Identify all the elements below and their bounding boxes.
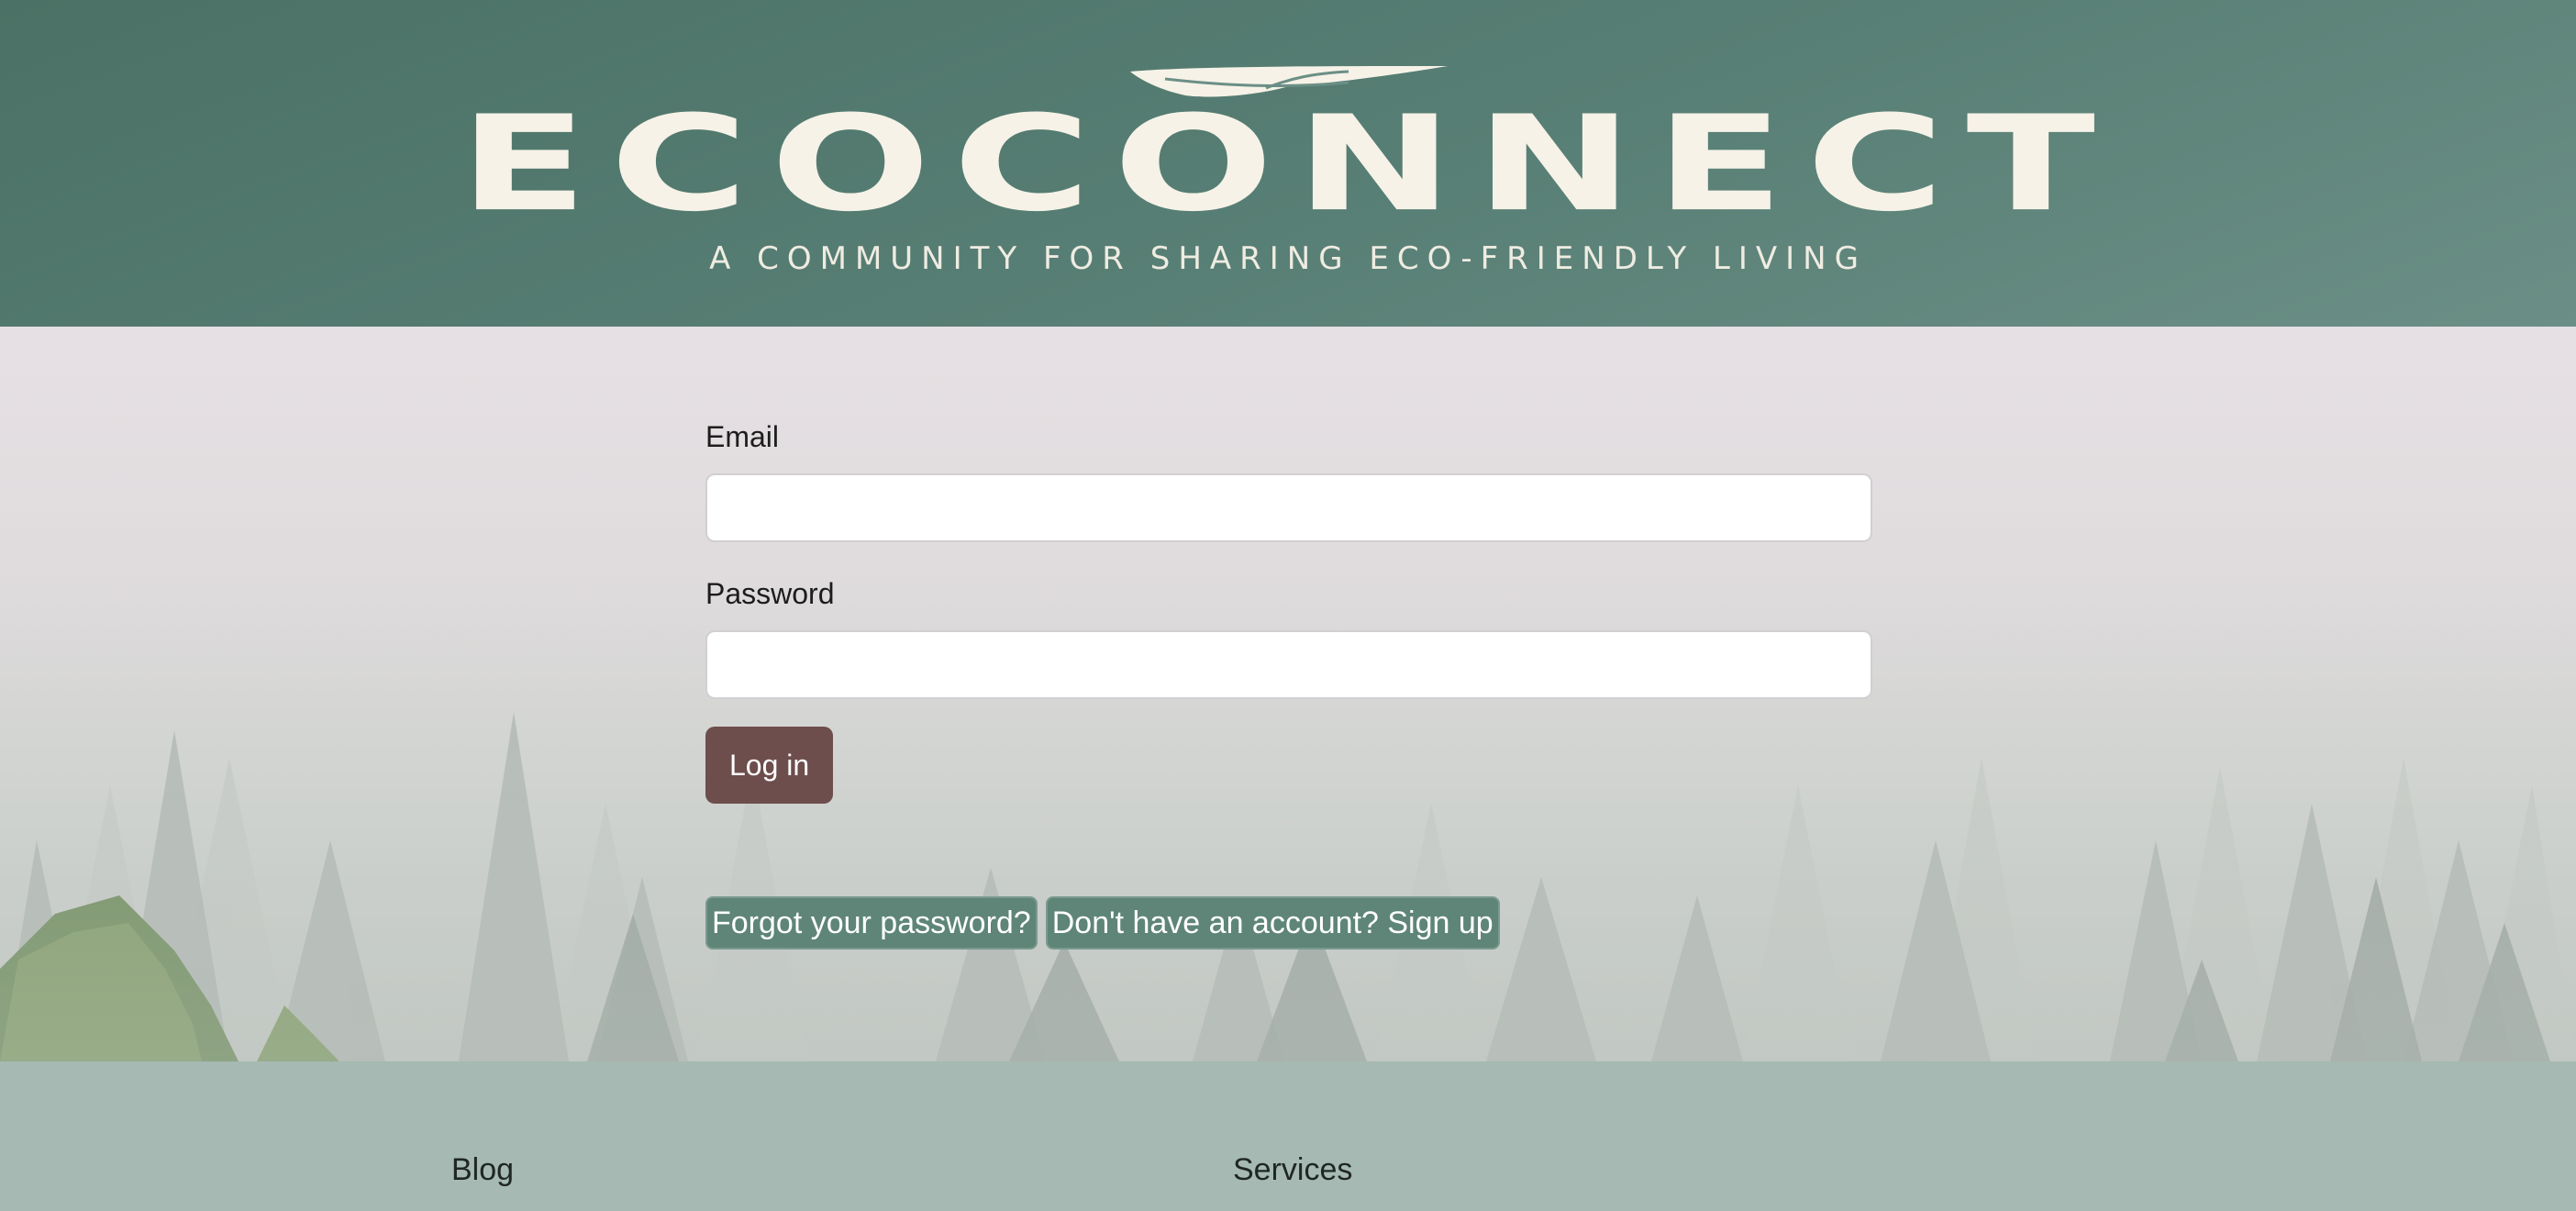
password-field[interactable] xyxy=(705,630,1872,699)
forgot-password-link[interactable]: Forgot your password? xyxy=(705,896,1038,950)
login-button[interactable]: Log in xyxy=(705,727,834,804)
sign-up-link[interactable]: Don't have an account? Sign up xyxy=(1045,896,1500,950)
password-label: Password xyxy=(705,577,835,610)
footer-link-services[interactable]: Services xyxy=(1233,1151,1352,1188)
site-header: ECOCONNECT A COMMUNITY FOR SHARING ECO-F… xyxy=(0,0,2576,327)
login-form: Email Password Log in xyxy=(705,418,1872,804)
logo-title: ECOCONNECT xyxy=(459,86,2117,241)
footer-link-blog[interactable]: Blog xyxy=(451,1151,514,1188)
login-section: Email Password Log in Forgot your passwo… xyxy=(0,327,2576,1061)
email-field[interactable] xyxy=(705,473,1872,542)
site-logo[interactable]: ECOCONNECT A COMMUNITY FOR SHARING ECO-F… xyxy=(459,64,2095,281)
logo-tagline: A COMMUNITY FOR SHARING ECO-FRIENDLY LIV… xyxy=(709,240,1867,277)
account-links: Forgot your password? Don't have an acco… xyxy=(705,896,1500,950)
email-label: Email xyxy=(705,420,780,453)
site-footer: Blog Services xyxy=(0,1061,2576,1211)
